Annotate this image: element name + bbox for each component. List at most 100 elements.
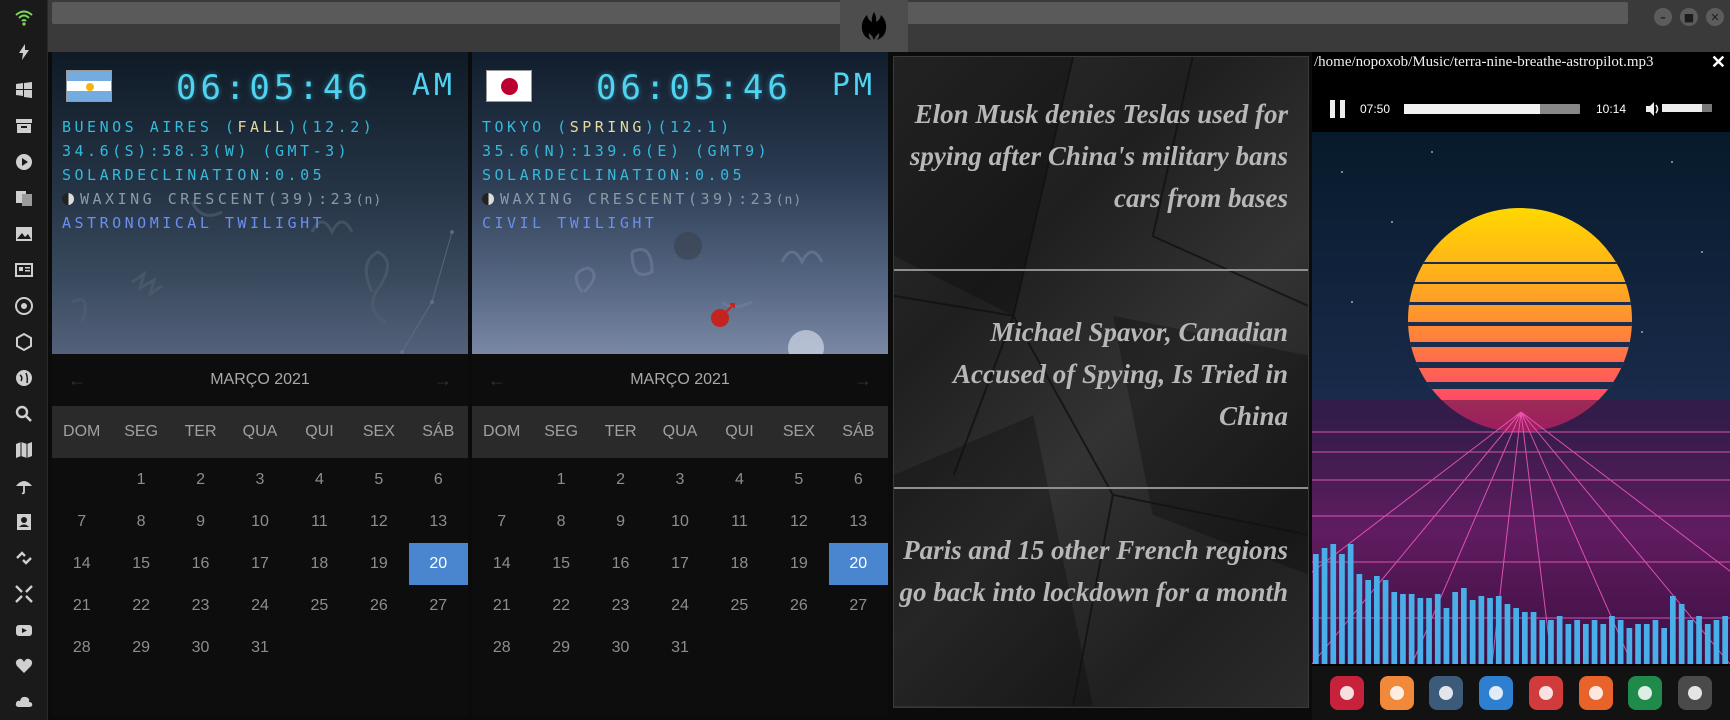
- calendar-day[interactable]: 18: [290, 543, 349, 585]
- calendar-day[interactable]: 22: [531, 585, 590, 627]
- calendar-day-today[interactable]: 20: [408, 543, 468, 585]
- calendar-day[interactable]: 1: [111, 459, 170, 501]
- image-icon[interactable]: [12, 222, 36, 246]
- fullscreen-icon[interactable]: [12, 582, 36, 606]
- link-icon[interactable]: [12, 546, 36, 570]
- calendar-day[interactable]: 6: [409, 459, 468, 501]
- calendar-day[interactable]: 13: [829, 501, 888, 543]
- calendar-day[interactable]: 17: [650, 543, 709, 585]
- rebel-logo-tab[interactable]: [840, 0, 908, 52]
- calendar-day[interactable]: 10: [650, 501, 709, 543]
- calendar-day[interactable]: 23: [171, 585, 230, 627]
- news-icon[interactable]: [12, 258, 36, 282]
- yandex-icon[interactable]: [1628, 676, 1663, 710]
- map-icon[interactable]: [12, 438, 36, 462]
- wifi-icon[interactable]: [12, 6, 36, 30]
- calendar-day[interactable]: 26: [769, 585, 828, 627]
- calendar-day[interactable]: 14: [52, 543, 111, 585]
- cloud-icon[interactable]: [12, 690, 36, 714]
- calendar-day[interactable]: 21: [472, 585, 531, 627]
- archive-icon[interactable]: [12, 114, 36, 138]
- calendar-day[interactable]: 5: [349, 459, 408, 501]
- umbrella-icon[interactable]: [12, 474, 36, 498]
- calendar-day[interactable]: 9: [591, 501, 650, 543]
- calendar-day[interactable]: 22: [111, 585, 170, 627]
- calendar-day[interactable]: 3: [650, 459, 709, 501]
- volume-icon[interactable]: [1644, 100, 1662, 118]
- calendar-day[interactable]: 28: [472, 627, 531, 669]
- calendar-day[interactable]: 8: [111, 501, 170, 543]
- news-headline[interactable]: Michael Spavor, Canadian Accused of Spyi…: [898, 311, 1288, 437]
- calendar-day[interactable]: 27: [829, 585, 888, 627]
- calendar-day[interactable]: 2: [171, 459, 230, 501]
- calculator-icon[interactable]: [1678, 676, 1713, 710]
- news-headline[interactable]: Paris and 15 other French regions go bac…: [898, 529, 1288, 613]
- calendar-day[interactable]: 19: [769, 543, 828, 585]
- arch-icon[interactable]: [1329, 676, 1364, 710]
- calendar-day-today[interactable]: 20: [828, 543, 888, 585]
- maximize-button[interactable]: ■: [1680, 8, 1698, 26]
- calendar-day[interactable]: 15: [111, 543, 170, 585]
- calendar-day[interactable]: 25: [710, 585, 769, 627]
- windows-icon[interactable]: [12, 78, 36, 102]
- calendar-day[interactable]: 13: [409, 501, 468, 543]
- next-month-arrow-icon[interactable]: →: [854, 370, 872, 391]
- calendar-day[interactable]: 2: [591, 459, 650, 501]
- rebel-alliance-icon[interactable]: [12, 294, 36, 318]
- heart-icon[interactable]: [12, 654, 36, 678]
- globe-icon[interactable]: [1479, 676, 1514, 710]
- calendar-day[interactable]: 18: [710, 543, 769, 585]
- calendar-day[interactable]: 30: [591, 627, 650, 669]
- clock-icon[interactable]: [1429, 676, 1464, 710]
- calendar-day[interactable]: 26: [349, 585, 408, 627]
- translate-icon[interactable]: [12, 186, 36, 210]
- prev-month-arrow-icon[interactable]: ←: [488, 370, 506, 391]
- next-month-arrow-icon[interactable]: →: [434, 370, 452, 391]
- calendar-day[interactable]: 21: [52, 585, 111, 627]
- calendar-day[interactable]: 28: [52, 627, 111, 669]
- play-icon[interactable]: [12, 150, 36, 174]
- minimize-button[interactable]: –: [1654, 8, 1672, 26]
- calendar-day[interactable]: 1: [531, 459, 590, 501]
- calendar-day[interactable]: 29: [531, 627, 590, 669]
- player-close-icon[interactable]: ✕: [1711, 52, 1726, 73]
- calendar-day[interactable]: 4: [290, 459, 349, 501]
- calendar-day[interactable]: 19: [349, 543, 408, 585]
- calendar-day[interactable]: 27: [409, 585, 468, 627]
- calendar-day[interactable]: 17: [230, 543, 289, 585]
- calendar-icon[interactable]: [1528, 676, 1563, 710]
- calendar-day[interactable]: 10: [230, 501, 289, 543]
- contacts-icon[interactable]: [12, 510, 36, 534]
- pause-button[interactable]: [1330, 100, 1346, 118]
- hexagon-icon[interactable]: [12, 330, 36, 354]
- prev-month-arrow-icon[interactable]: ←: [68, 370, 86, 391]
- calendar-day[interactable]: 29: [111, 627, 170, 669]
- magnifier-icon[interactable]: [1379, 676, 1414, 710]
- seek-bar[interactable]: [1404, 104, 1580, 114]
- calendar-day[interactable]: 5: [769, 459, 828, 501]
- calendar-day[interactable]: 24: [230, 585, 289, 627]
- calendar-day[interactable]: 30: [171, 627, 230, 669]
- calendar-day[interactable]: 11: [290, 501, 349, 543]
- play-arrow-icon[interactable]: [1578, 676, 1613, 710]
- calendar-day[interactable]: 8: [531, 501, 590, 543]
- globe-icon[interactable]: [12, 366, 36, 390]
- search-icon[interactable]: [12, 402, 36, 426]
- calendar-day[interactable]: 12: [349, 501, 408, 543]
- calendar-day[interactable]: 15: [531, 543, 590, 585]
- news-headline[interactable]: Elon Musk denies Teslas used for spying …: [898, 93, 1288, 219]
- calendar-day[interactable]: 31: [230, 627, 289, 669]
- calendar-day[interactable]: 12: [769, 501, 828, 543]
- calendar-day[interactable]: 9: [171, 501, 230, 543]
- calendar-day[interactable]: 4: [710, 459, 769, 501]
- calendar-day[interactable]: 25: [290, 585, 349, 627]
- calendar-day[interactable]: 24: [650, 585, 709, 627]
- calendar-day[interactable]: 6: [829, 459, 888, 501]
- calendar-day[interactable]: 31: [650, 627, 709, 669]
- volume-slider[interactable]: [1662, 104, 1712, 112]
- calendar-day[interactable]: 23: [591, 585, 650, 627]
- calendar-day[interactable]: 3: [230, 459, 289, 501]
- calendar-day[interactable]: 11: [710, 501, 769, 543]
- calendar-day[interactable]: 14: [472, 543, 531, 585]
- youtube-icon[interactable]: [12, 618, 36, 642]
